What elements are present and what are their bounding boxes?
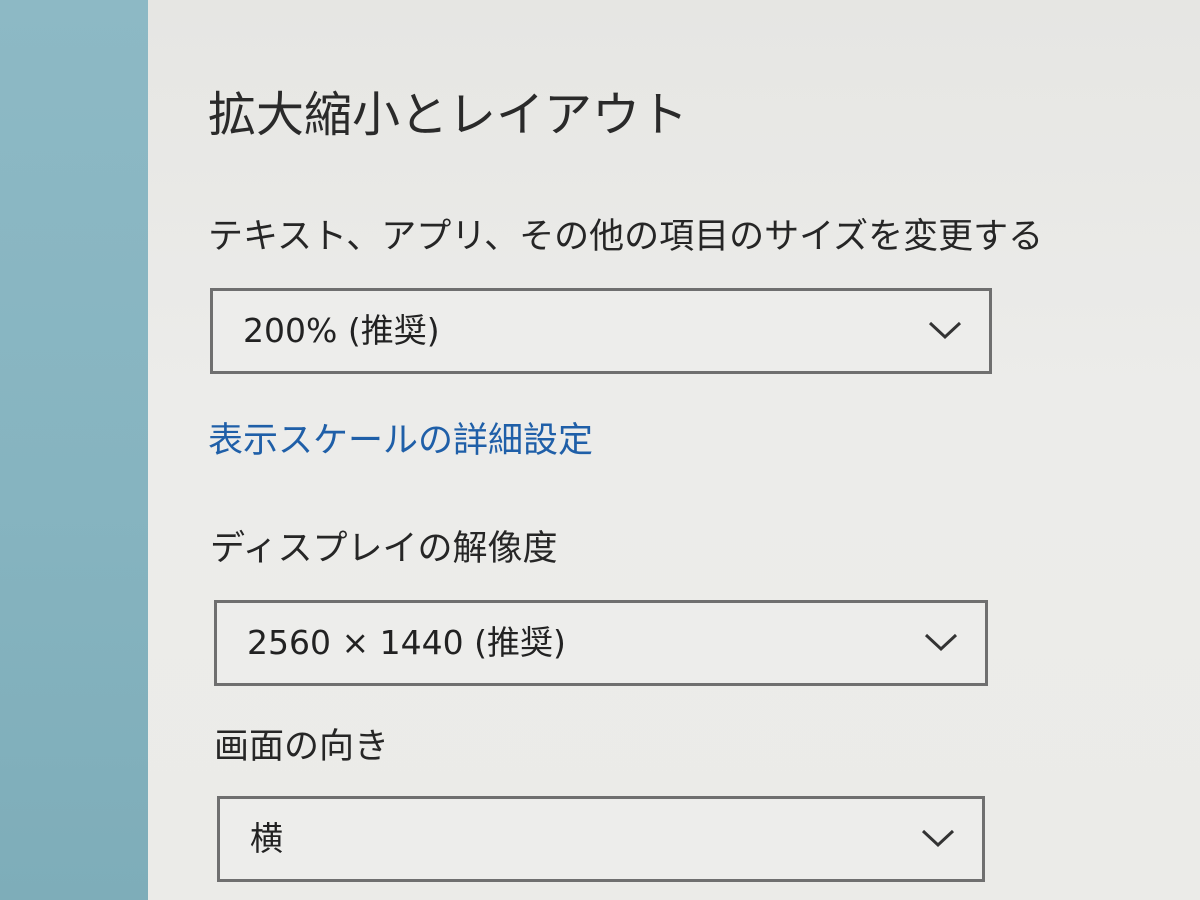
sidebar-edge	[0, 0, 148, 900]
chevron-down-icon	[924, 633, 958, 652]
chevron-down-icon	[928, 321, 962, 340]
orientation-label: 画面の向き	[214, 727, 390, 767]
section-title: 拡大縮小とレイアウト	[208, 87, 689, 143]
chevron-down-icon	[921, 829, 955, 848]
orientation-dropdown-value: 横	[250, 819, 283, 858]
scale-dropdown[interactable]: 200% (推奨)	[210, 288, 992, 374]
resolution-dropdown-value: 2560 × 1440 (推奨)	[247, 623, 566, 662]
scale-label: テキスト、アプリ、その他の項目のサイズを変更する	[208, 217, 1044, 257]
advanced-scaling-link[interactable]: 表示スケールの詳細設定	[208, 416, 593, 466]
scale-dropdown-value: 200% (推奨)	[243, 311, 440, 350]
orientation-dropdown[interactable]: 横	[217, 796, 985, 882]
resolution-dropdown[interactable]: 2560 × 1440 (推奨)	[214, 600, 988, 686]
resolution-label: ディスプレイの解像度	[210, 529, 558, 569]
